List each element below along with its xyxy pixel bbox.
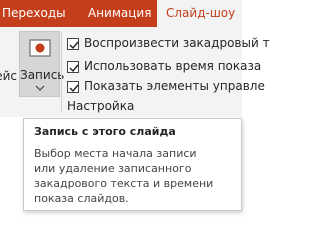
tab-slideshow[interactable]: Слайд-шоу xyxy=(157,0,242,27)
tooltip: Запись с этого слайда Выбор места начала… xyxy=(23,118,242,211)
record-slide-icon xyxy=(29,39,51,57)
group-divider xyxy=(61,32,62,112)
checkbox-label: Использовать время показа xyxy=(84,59,262,73)
group-label-setup: Настройка xyxy=(67,99,135,113)
tab-transitions[interactable]: Переходы xyxy=(0,0,82,27)
checkmark-icon xyxy=(69,41,79,50)
checkbox[interactable] xyxy=(67,38,79,50)
checkbox[interactable] xyxy=(67,81,79,93)
record-button[interactable]: Запись xyxy=(19,31,65,97)
checkbox-label: Воспроизвести закадровый т xyxy=(84,36,270,50)
tooltip-title: Запись с этого слайда xyxy=(34,125,176,138)
checkbox-label: Показать элементы управле xyxy=(84,79,265,93)
chevron-down-icon[interactable] xyxy=(34,84,46,92)
record-button-label: Запись xyxy=(20,68,65,82)
checkbox[interactable] xyxy=(67,61,79,73)
checkmark-icon xyxy=(69,64,79,73)
tab-animations[interactable]: Анимация xyxy=(88,0,160,27)
checkmark-icon xyxy=(69,84,79,93)
tooltip-body: Выбор места начала записи или удаление з… xyxy=(34,147,214,205)
ribbon-tab-bar: Переходы Анимация Слайд-шоу xyxy=(0,0,242,27)
truncated-label: ейс xyxy=(0,69,17,83)
